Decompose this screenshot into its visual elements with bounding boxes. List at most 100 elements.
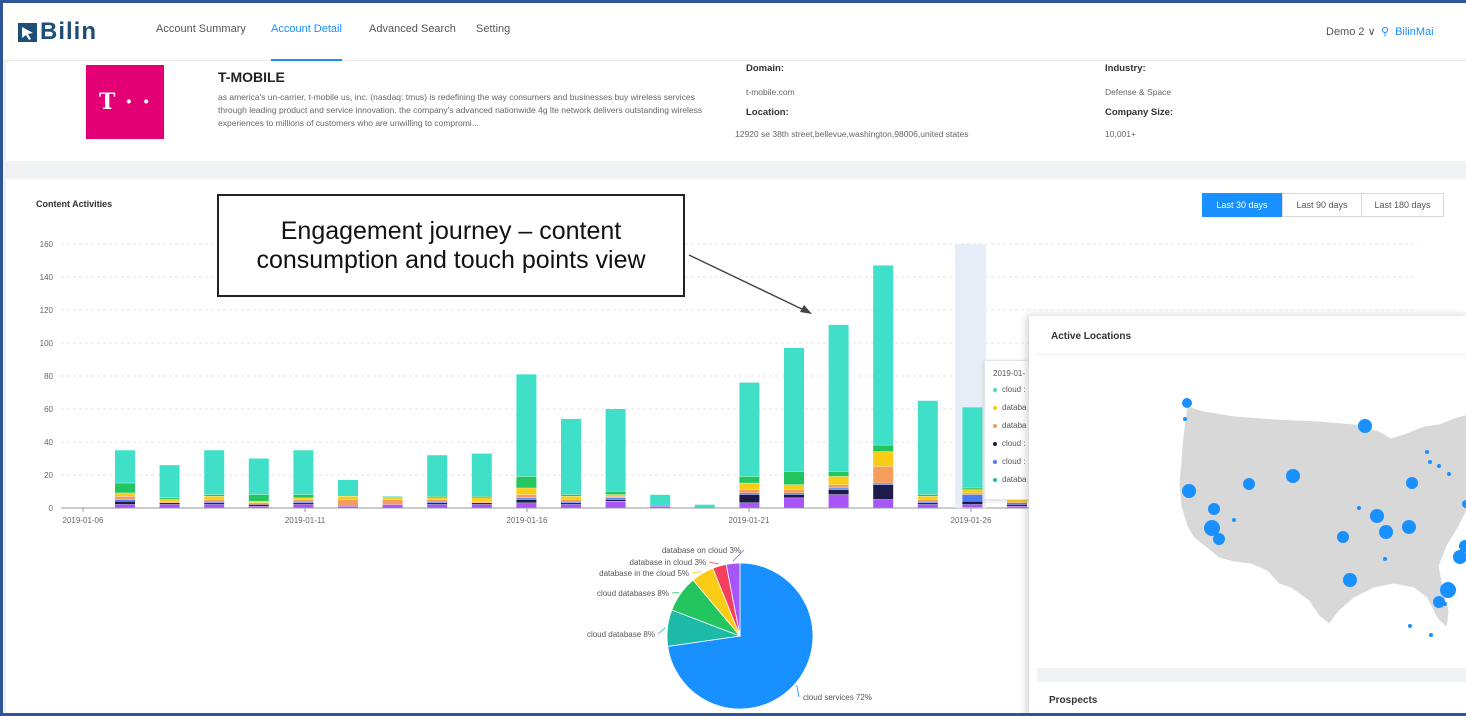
bar-segment bbox=[204, 503, 225, 505]
bar-segment bbox=[561, 503, 581, 505]
bar-segment bbox=[427, 504, 448, 508]
bar-segment bbox=[873, 466, 894, 483]
bar-segment bbox=[204, 450, 225, 495]
pie-label: cloud database 8% bbox=[587, 630, 655, 639]
location-marker bbox=[1182, 398, 1192, 408]
bar-segment bbox=[293, 503, 314, 505]
bar-segment bbox=[159, 501, 180, 503]
pie-label-line bbox=[671, 592, 679, 594]
pie-label-line bbox=[708, 561, 719, 565]
location-marker bbox=[1428, 460, 1432, 464]
bar-segment bbox=[159, 503, 180, 505]
bar-segment bbox=[962, 501, 983, 505]
y-tick-label: 160 bbox=[40, 240, 54, 249]
bar-segment bbox=[338, 506, 358, 508]
bar-segment bbox=[739, 494, 760, 503]
bar-segment bbox=[382, 504, 403, 508]
location-marker bbox=[1286, 469, 1300, 483]
us-map[interactable] bbox=[1029, 366, 1466, 666]
bar-segment bbox=[784, 347, 804, 472]
engagement-callout: Engagement journey – content consumption… bbox=[217, 194, 685, 297]
bar-segment bbox=[516, 488, 537, 495]
location-marker bbox=[1182, 484, 1196, 498]
prospects-title: Prospects bbox=[1049, 695, 1098, 706]
x-tick-label: 2019-01-11 bbox=[285, 516, 326, 525]
bar-segment bbox=[917, 503, 938, 505]
bar-segment bbox=[561, 496, 581, 500]
bar-segment bbox=[873, 265, 894, 445]
location-marker bbox=[1213, 533, 1225, 545]
location-marker bbox=[1370, 509, 1384, 523]
bar-segment bbox=[427, 499, 448, 501]
bar-segment bbox=[962, 488, 983, 490]
location-marker bbox=[1406, 477, 1418, 489]
bar-segment bbox=[873, 499, 894, 508]
location-marker bbox=[1443, 602, 1447, 606]
y-tick-label: 100 bbox=[40, 339, 54, 348]
y-tick-label: 0 bbox=[49, 504, 54, 513]
bar-segment bbox=[115, 499, 135, 501]
y-tick-label: 120 bbox=[40, 306, 54, 315]
bar-segment bbox=[204, 499, 225, 501]
bar-segment bbox=[293, 494, 314, 498]
bar-segment bbox=[962, 504, 983, 508]
bar-segment bbox=[382, 498, 403, 500]
x-tick-label: 2019-01-21 bbox=[729, 516, 770, 525]
location-marker bbox=[1425, 450, 1429, 454]
bar-segment bbox=[1007, 506, 1027, 508]
pie-label: cloud services 72% bbox=[803, 693, 872, 702]
bar-segment bbox=[605, 501, 626, 508]
bar-segment bbox=[159, 498, 180, 500]
bar-segment bbox=[159, 504, 180, 508]
bar-segment bbox=[159, 499, 180, 501]
bar-segment bbox=[605, 499, 626, 501]
bar-segment bbox=[204, 496, 225, 500]
location-marker bbox=[1383, 557, 1387, 561]
bar-segment bbox=[248, 504, 269, 506]
bar-segment bbox=[1007, 501, 1027, 503]
bar-segment bbox=[516, 503, 537, 508]
bar-segment bbox=[427, 496, 448, 498]
bar-segment bbox=[561, 494, 581, 497]
y-tick-label: 80 bbox=[44, 372, 53, 381]
bar-segment bbox=[382, 496, 403, 498]
bar-segment bbox=[784, 489, 804, 493]
bar-segment bbox=[739, 476, 760, 483]
bar-segment bbox=[962, 494, 983, 501]
bar-segment bbox=[561, 418, 581, 495]
bar-segment bbox=[248, 506, 269, 508]
bar-segment bbox=[516, 494, 537, 498]
bar-segment bbox=[516, 499, 537, 503]
location-marker bbox=[1408, 624, 1412, 628]
bar-segment bbox=[248, 458, 269, 495]
bar-segment bbox=[739, 489, 760, 493]
location-marker bbox=[1379, 525, 1393, 539]
bar-segment bbox=[605, 494, 626, 497]
bar-segment bbox=[1007, 503, 1027, 505]
bar-segment bbox=[739, 483, 760, 490]
location-marker bbox=[1243, 478, 1255, 490]
bar-segment bbox=[338, 499, 358, 506]
callout-arrow-head bbox=[800, 305, 812, 314]
bar-segment bbox=[471, 503, 492, 505]
bar-segment bbox=[115, 501, 135, 505]
bar-segment bbox=[338, 479, 358, 497]
bar-segment bbox=[828, 494, 849, 508]
bar-segment bbox=[917, 496, 938, 500]
bar-segment bbox=[248, 501, 269, 503]
bar-segment bbox=[471, 501, 492, 503]
bar-segment bbox=[917, 400, 938, 495]
divider bbox=[1037, 668, 1466, 682]
pie-label-line bbox=[691, 571, 702, 574]
bar-segment bbox=[962, 407, 983, 488]
location-marker bbox=[1232, 518, 1236, 522]
bar-segment bbox=[873, 451, 894, 467]
us-map-shape bbox=[1178, 405, 1466, 630]
x-tick-label: 2019-01-16 bbox=[507, 516, 548, 525]
bar-segment bbox=[739, 382, 760, 477]
bar-segment bbox=[828, 484, 849, 488]
bar-segment bbox=[204, 504, 225, 508]
pie-label-line bbox=[657, 627, 666, 635]
bar-segment bbox=[784, 494, 804, 498]
bar-segment bbox=[917, 494, 938, 497]
